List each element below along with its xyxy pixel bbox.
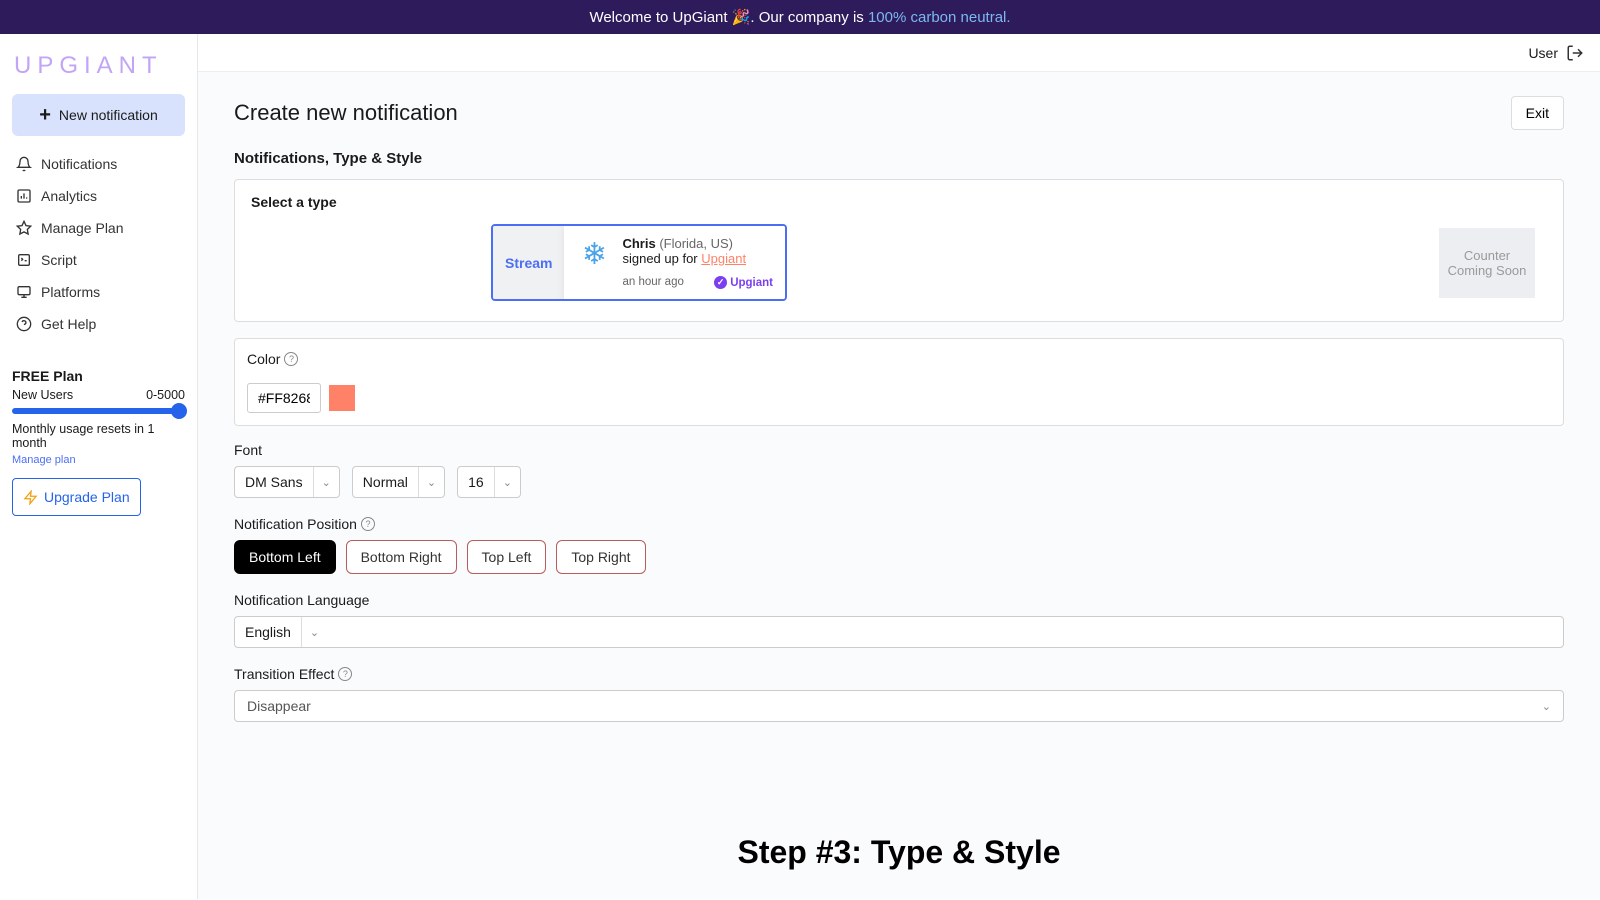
stream-tag: Stream bbox=[493, 226, 564, 299]
upgrade-plan-button[interactable]: Upgrade Plan bbox=[12, 478, 141, 516]
position-bottom-left[interactable]: Bottom Left bbox=[234, 540, 336, 574]
preview-time: an hour ago bbox=[622, 276, 683, 289]
sidebar: UPGIANT + New notification Notifications… bbox=[0, 34, 198, 899]
script-icon bbox=[16, 252, 32, 268]
help-tooltip-icon[interactable]: ? bbox=[361, 517, 375, 531]
top-banner: Welcome to UpGiant 🎉. Our company is 100… bbox=[0, 0, 1600, 34]
snowflake-icon: ❄ bbox=[576, 236, 612, 272]
font-label: Font bbox=[234, 442, 1564, 458]
chevron-down-icon: ⌄ bbox=[419, 476, 444, 489]
color-swatch[interactable] bbox=[329, 385, 355, 411]
bell-icon bbox=[16, 156, 32, 172]
logo: UPGIANT bbox=[14, 52, 185, 80]
step-overlay-text: Step #3: Type & Style bbox=[737, 834, 1060, 871]
sidebar-item-platforms[interactable]: Platforms bbox=[12, 276, 185, 308]
sidebar-item-notifications[interactable]: Notifications bbox=[12, 148, 185, 180]
color-label: Color bbox=[247, 351, 280, 367]
sidebar-item-get-help[interactable]: Get Help bbox=[12, 308, 185, 340]
notification-preview: ❄ Chris (Florida, US) signed up for Upgi… bbox=[564, 226, 785, 299]
select-type-label: Select a type bbox=[251, 194, 1547, 210]
platforms-icon bbox=[16, 284, 32, 300]
help-icon bbox=[16, 316, 32, 332]
position-top-right[interactable]: Top Right bbox=[556, 540, 645, 574]
user-label: User bbox=[1528, 45, 1558, 61]
plan-title: FREE Plan bbox=[12, 368, 185, 384]
type-selector-card: Select a type Stream ❄ Chris (Florida, U… bbox=[234, 179, 1564, 322]
section-title: Notifications, Type & Style bbox=[234, 150, 1564, 167]
help-tooltip-icon[interactable]: ? bbox=[284, 352, 298, 366]
manage-plan-link[interactable]: Manage plan bbox=[12, 454, 185, 466]
language-label: Notification Language bbox=[234, 592, 1564, 608]
language-select[interactable]: English⌄ bbox=[234, 616, 1564, 648]
party-icon: 🎉 bbox=[732, 8, 751, 26]
help-tooltip-icon[interactable]: ? bbox=[338, 667, 352, 681]
topbar: User bbox=[198, 34, 1600, 72]
plan-block: FREE Plan New Users 0-5000 Monthly usage… bbox=[12, 368, 185, 516]
plan-range: 0-5000 bbox=[146, 388, 185, 402]
exit-button[interactable]: Exit bbox=[1511, 96, 1564, 130]
type-option-stream[interactable]: Stream ❄ Chris (Florida, US) signed up f… bbox=[491, 224, 787, 301]
plus-icon: + bbox=[39, 105, 51, 125]
position-bottom-right[interactable]: Bottom Right bbox=[346, 540, 457, 574]
transition-select[interactable]: Disappear ⌄ bbox=[234, 690, 1564, 722]
star-icon bbox=[16, 220, 32, 236]
transition-label: Transition Effect bbox=[234, 666, 334, 682]
check-icon: ✓ bbox=[714, 276, 727, 289]
plan-reset-note: Monthly usage resets in 1 month bbox=[12, 422, 185, 450]
logout-icon[interactable] bbox=[1566, 44, 1584, 62]
chart-icon bbox=[16, 188, 32, 204]
preview-brand: ✓Upgiant bbox=[714, 276, 773, 289]
usage-slider[interactable] bbox=[12, 408, 185, 414]
sidebar-item-analytics[interactable]: Analytics bbox=[12, 180, 185, 212]
font-size-select[interactable]: 16⌄ bbox=[457, 466, 521, 498]
chevron-down-icon: ⌄ bbox=[495, 476, 520, 489]
font-family-select[interactable]: DM Sans⌄ bbox=[234, 466, 340, 498]
color-input[interactable] bbox=[247, 383, 321, 413]
carbon-neutral-link[interactable]: 100% carbon neutral. bbox=[868, 9, 1011, 26]
sidebar-item-manage-plan[interactable]: Manage Plan bbox=[12, 212, 185, 244]
slider-thumb[interactable] bbox=[171, 403, 187, 419]
chevron-down-icon: ⌄ bbox=[302, 626, 327, 639]
chevron-down-icon: ⌄ bbox=[314, 476, 339, 489]
type-option-counter: Counter Coming Soon bbox=[1439, 228, 1535, 298]
position-label: Notification Position bbox=[234, 516, 357, 532]
chevron-down-icon: ⌄ bbox=[1542, 700, 1551, 713]
position-top-left[interactable]: Top Left bbox=[467, 540, 547, 574]
bolt-icon bbox=[23, 490, 38, 505]
font-weight-select[interactable]: Normal⌄ bbox=[352, 466, 445, 498]
sidebar-item-script[interactable]: Script bbox=[12, 244, 185, 276]
new-notification-button[interactable]: + New notification bbox=[12, 94, 185, 136]
plan-metric: New Users bbox=[12, 388, 73, 402]
page-title: Create new notification bbox=[234, 100, 458, 126]
